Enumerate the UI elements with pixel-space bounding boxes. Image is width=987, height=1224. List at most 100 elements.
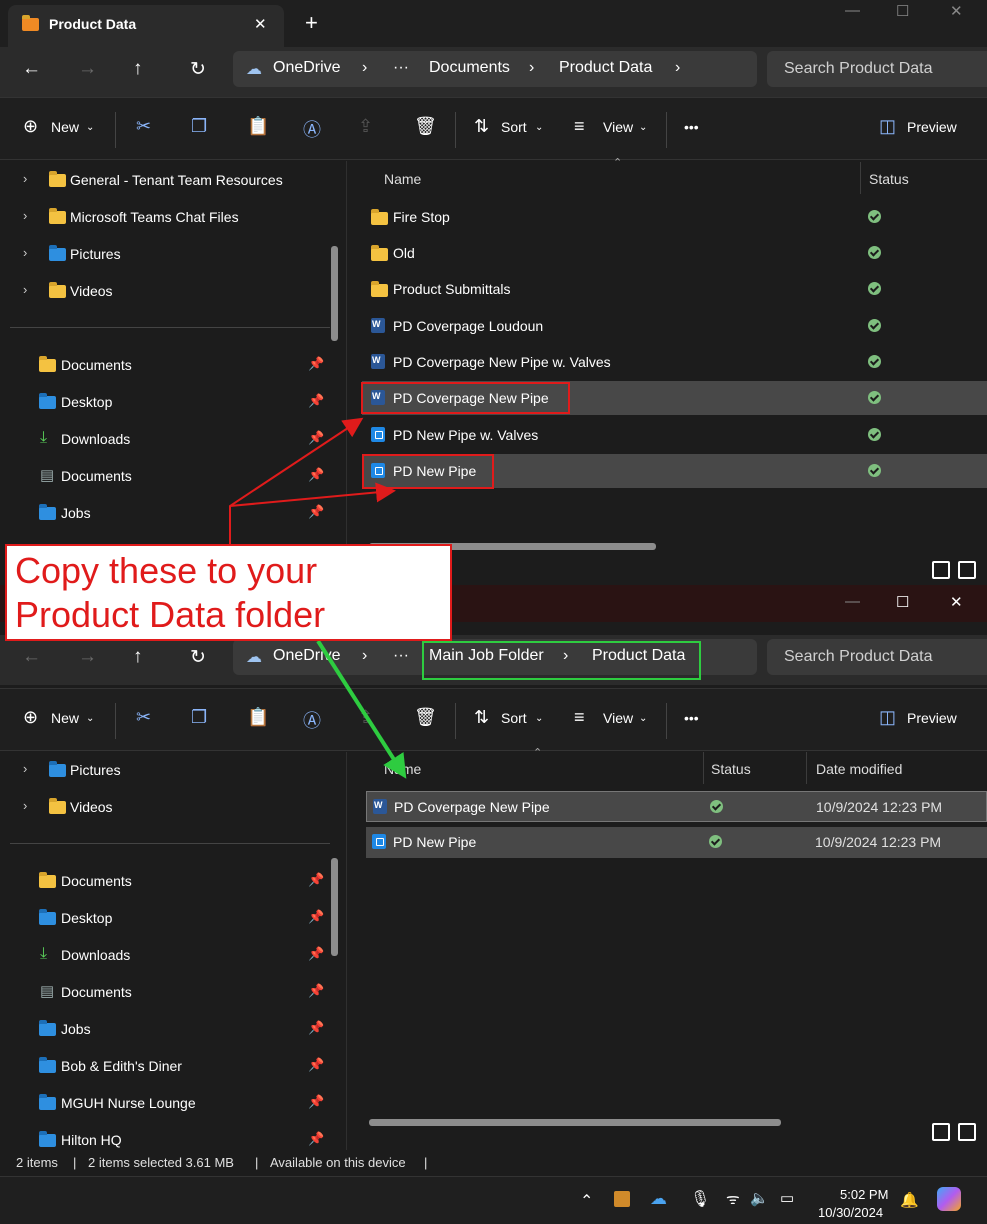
- breadcrumb-more[interactable]: ···: [393, 59, 409, 77]
- pin-icon[interactable]: 📌: [308, 872, 324, 888]
- list-item[interactable]: Fire Stop: [362, 200, 987, 234]
- pin-icon[interactable]: 📌: [308, 393, 324, 409]
- sort-button[interactable]: Sort: [501, 710, 527, 726]
- pin-icon[interactable]: 📌: [308, 356, 324, 372]
- chevron-right-icon[interactable]: ›: [23, 798, 27, 813]
- microphone-icon[interactable]: 🎙: [690, 1189, 710, 1209]
- quick-access-jobs[interactable]: Jobs 📌: [0, 495, 340, 531]
- list-item[interactable]: PD Coverpage New Pipe 10/9/2024 12:23 PM: [366, 791, 987, 822]
- paste-icon[interactable]: 📋: [247, 707, 269, 728]
- breadcrumb-more[interactable]: ···: [393, 647, 409, 665]
- list-item[interactable]: PD Coverpage Loudoun: [362, 309, 987, 343]
- column-header-status[interactable]: Status: [869, 171, 909, 187]
- pin-icon[interactable]: 📌: [308, 1057, 324, 1073]
- chevron-right-icon[interactable]: ›: [23, 761, 27, 776]
- quick-access-downloads[interactable]: ⤓ Downloads 📌: [0, 937, 340, 973]
- refresh-icon[interactable]: ↻: [190, 646, 206, 669]
- quick-access-documents-2[interactable]: ▤ Documents 📌: [0, 458, 340, 494]
- pin-icon[interactable]: 📌: [308, 1131, 324, 1147]
- quick-access-hilton-hq[interactable]: Hilton HQ 📌: [0, 1122, 340, 1150]
- volume-icon[interactable]: 🔈: [750, 1189, 769, 1207]
- new-button[interactable]: New: [51, 119, 79, 135]
- chevron-right-icon[interactable]: ›: [23, 171, 27, 186]
- nav-item-pictures[interactable]: › Pictures: [0, 752, 340, 788]
- rename-icon[interactable]: Ⓐ: [303, 116, 321, 142]
- close-window-icon[interactable]: ✕: [950, 593, 963, 611]
- breadcrumb-documents[interactable]: Documents: [429, 59, 510, 77]
- pin-icon[interactable]: 📌: [308, 467, 324, 483]
- cut-icon[interactable]: ✂: [136, 707, 151, 728]
- breadcrumb-product-data[interactable]: Product Data: [559, 59, 652, 77]
- nav-item-teams-chat-files[interactable]: › Microsoft Teams Chat Files: [0, 199, 340, 235]
- paste-icon[interactable]: 📋: [247, 116, 269, 137]
- onedrive-icon[interactable]: ☁: [650, 1189, 667, 1209]
- delete-icon[interactable]: 🗑: [414, 707, 437, 728]
- tab-product-data[interactable]: Product Data ✕: [8, 5, 284, 47]
- preview-button[interactable]: Preview: [907, 119, 957, 135]
- nav-scrollbar[interactable]: [331, 246, 338, 341]
- clock-date[interactable]: 10/30/2024: [818, 1205, 883, 1220]
- app-tray-icon[interactable]: [614, 1191, 630, 1207]
- quick-access-downloads[interactable]: ⤓ Downloads 📌: [0, 421, 340, 457]
- horizontal-scrollbar[interactable]: [369, 1119, 781, 1126]
- clock-time[interactable]: 5:02 PM: [840, 1187, 888, 1202]
- nav-item-pictures[interactable]: › Pictures: [0, 236, 340, 272]
- show-hidden-icons-icon[interactable]: ⌃: [580, 1191, 593, 1211]
- back-icon[interactable]: ←: [22, 58, 41, 80]
- details-view-icon[interactable]: [932, 1123, 950, 1141]
- quick-access-bob-ediths-diner[interactable]: Bob & Edith's Diner 📌: [0, 1048, 340, 1084]
- quick-access-desktop[interactable]: Desktop 📌: [0, 900, 340, 936]
- quick-access-desktop[interactable]: Desktop 📌: [0, 384, 340, 420]
- column-header-name[interactable]: Name: [384, 761, 421, 777]
- forward-icon[interactable]: →: [78, 646, 97, 668]
- maximize-icon[interactable]: ☐: [896, 593, 909, 611]
- delete-icon[interactable]: 🗑: [414, 116, 437, 137]
- breadcrumb-onedrive[interactable]: OneDrive: [273, 647, 341, 665]
- list-item[interactable]: PD New Pipe w. Valves: [362, 418, 987, 452]
- more-options-button[interactable]: •••: [684, 119, 699, 135]
- tiles-view-icon[interactable]: [958, 561, 976, 579]
- back-icon[interactable]: ←: [22, 646, 41, 668]
- up-icon[interactable]: ↑: [133, 58, 143, 80]
- refresh-icon[interactable]: ↻: [190, 58, 206, 81]
- pin-icon[interactable]: 📌: [308, 983, 324, 999]
- copilot-icon[interactable]: [937, 1187, 961, 1211]
- copy-icon[interactable]: ❐: [191, 707, 207, 728]
- column-header-name[interactable]: Name: [384, 171, 421, 187]
- cut-icon[interactable]: ✂: [136, 116, 151, 137]
- column-header-status[interactable]: Status: [711, 761, 751, 777]
- pin-icon[interactable]: 📌: [308, 946, 324, 962]
- search-input[interactable]: Search Product Data: [767, 639, 987, 675]
- preview-button[interactable]: Preview: [907, 710, 957, 726]
- battery-icon[interactable]: ▭: [780, 1189, 794, 1207]
- more-options-button[interactable]: •••: [684, 710, 699, 726]
- quick-access-jobs[interactable]: Jobs 📌: [0, 1011, 340, 1047]
- new-button[interactable]: New: [51, 710, 79, 726]
- up-icon[interactable]: ↑: [133, 646, 143, 668]
- search-input[interactable]: Search Product Data: [767, 51, 987, 87]
- details-view-icon[interactable]: [932, 561, 950, 579]
- quick-access-documents[interactable]: Documents 📌: [0, 347, 340, 383]
- pin-icon[interactable]: 📌: [308, 1094, 324, 1110]
- pin-icon[interactable]: 📌: [308, 1020, 324, 1036]
- wifi-icon[interactable]: ᯤ: [726, 1189, 740, 1209]
- chevron-right-icon[interactable]: ›: [23, 208, 27, 223]
- minimize-icon[interactable]: —: [845, 593, 860, 610]
- share-icon[interactable]: ⇪: [358, 707, 373, 728]
- nav-item-general[interactable]: › General - Tenant Team Resources: [0, 162, 340, 198]
- chevron-right-icon[interactable]: ›: [23, 282, 27, 297]
- pin-icon[interactable]: 📌: [308, 504, 324, 520]
- minimize-icon[interactable]: —: [845, 2, 860, 19]
- maximize-icon[interactable]: ☐: [896, 2, 909, 20]
- list-item[interactable]: Product Submittals: [362, 272, 987, 306]
- forward-icon[interactable]: →: [78, 58, 97, 80]
- list-item[interactable]: Old: [362, 236, 987, 270]
- nav-item-videos[interactable]: › Videos: [0, 789, 340, 825]
- nav-item-videos[interactable]: › Videos: [0, 273, 340, 309]
- list-item[interactable]: PD Coverpage New Pipe w. Valves: [362, 345, 987, 379]
- quick-access-mguh-nurse-lounge[interactable]: MGUH Nurse Lounge 📌: [0, 1085, 340, 1121]
- copy-icon[interactable]: ❐: [191, 116, 207, 137]
- close-tab-icon[interactable]: ✕: [254, 15, 267, 33]
- rename-icon[interactable]: Ⓐ: [303, 707, 321, 733]
- breadcrumb-onedrive[interactable]: OneDrive: [273, 59, 341, 77]
